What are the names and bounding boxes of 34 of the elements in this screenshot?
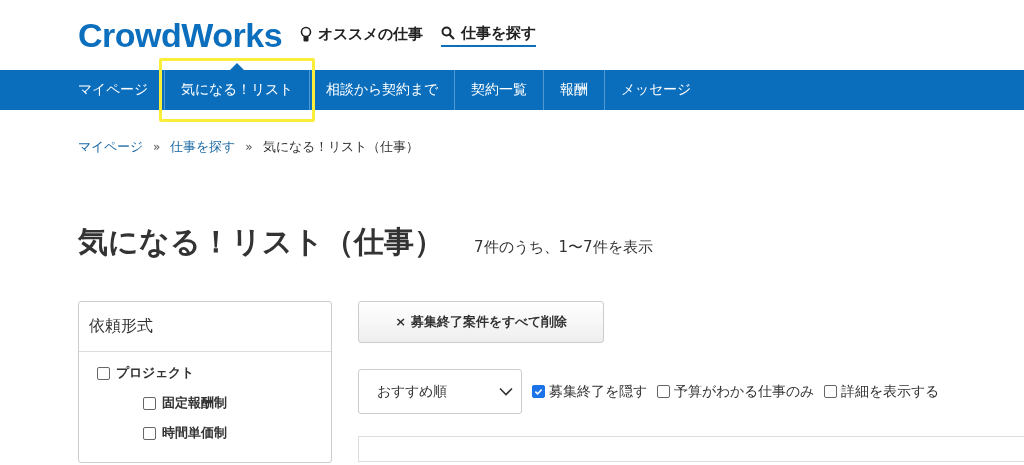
nav-tab[interactable]: 契約一覧 — [455, 70, 543, 110]
chevron-down-icon — [499, 387, 513, 396]
breadcrumb-current: 気になる！リスト（仕事） — [262, 138, 419, 156]
checkbox[interactable] — [97, 366, 110, 380]
nav-tab[interactable]: 報酬 — [544, 70, 604, 110]
delete-closed-button[interactable]: × 募集終了案件をすべて削除 — [358, 301, 604, 343]
option-label: 時間単価制 — [162, 424, 227, 442]
nav-tab[interactable]: マイページ — [62, 70, 164, 110]
filter-label: 詳細を表示する — [841, 382, 939, 401]
filter-label: 予算がわかる仕事のみ — [674, 382, 814, 401]
sort-select[interactable]: おすすめ順 — [358, 369, 522, 414]
search-icon — [441, 26, 456, 40]
logo[interactable]: CrowdWorks — [78, 15, 283, 55]
result-count: 7件のうち、1〜7件を表示 — [474, 238, 653, 257]
lightbulb-icon — [300, 25, 313, 43]
nav-tab[interactable]: メッセージ — [605, 70, 707, 110]
page-title: 気になる！リスト（仕事） — [78, 223, 444, 261]
checkbox[interactable] — [824, 385, 837, 398]
nav-tab[interactable]: 気になる！リスト — [165, 70, 309, 110]
breadcrumb-link[interactable]: 仕事を探す — [170, 138, 236, 156]
nav-tab[interactable]: 相談から契約まで — [310, 70, 454, 110]
checkbox[interactable] — [143, 426, 156, 440]
recommend-link[interactable]: オススメの仕事 — [300, 24, 424, 46]
checkbox[interactable] — [532, 385, 545, 398]
breadcrumb-link[interactable]: マイページ — [78, 138, 143, 156]
breadcrumb-separator: » — [153, 140, 161, 154]
filter-label: 募集終了を隠す — [549, 382, 647, 401]
option-label: 固定報酬制 — [162, 394, 227, 412]
option-label: プロジェクト — [116, 364, 194, 382]
checkbox[interactable] — [143, 396, 156, 410]
checkbox[interactable] — [657, 385, 670, 398]
search-link[interactable]: 仕事を探す — [441, 23, 537, 47]
filter-panel-title: 依頼形式 — [79, 302, 331, 352]
breadcrumb-separator: » — [245, 140, 253, 154]
